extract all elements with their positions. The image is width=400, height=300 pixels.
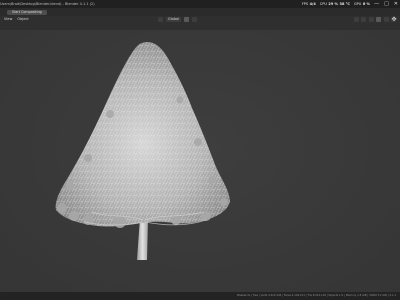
window-title: Users\Brad\Desktop\Blender.blend) - Blen… (0, 2, 95, 6)
gpu-label: GPU (353, 2, 362, 6)
xray-icon[interactable] (368, 17, 374, 22)
status-bar: Weekends | Tree | Verts 4,322,444 | Face… (0, 292, 400, 300)
navigation-gizmo-icon[interactable]: ✥ (390, 16, 398, 24)
menu-view[interactable]: View (4, 17, 12, 21)
fps-value: 4/4 (309, 2, 316, 6)
overlay-icon[interactable] (361, 17, 366, 22)
material-shading-icon[interactable] (383, 17, 389, 22)
tree-trunk (137, 218, 148, 260)
gpu-value: 6 % (362, 2, 370, 6)
orientation-dropdown[interactable]: Global (166, 17, 182, 22)
proportional-edit-icon[interactable] (192, 17, 198, 22)
snap-icon[interactable] (184, 17, 190, 22)
system-stats: FPS 4/4 CPU 29 % 38 °C GPU 6 % (302, 0, 370, 8)
3d-viewport[interactable] (0, 30, 400, 292)
fps-stat: FPS 4/4 (302, 0, 316, 8)
viewport-menu: View Object (4, 17, 29, 21)
viewport-header: View Object Global (0, 16, 400, 30)
start-compositing-button[interactable]: Start Compositing (7, 9, 47, 15)
cpu-temp: 38 °C (339, 2, 350, 6)
status-text: Weekends | Tree | Verts 4,322,444 | Face… (236, 294, 396, 297)
cpu-label: CPU (319, 2, 327, 6)
tree-model (55, 42, 230, 260)
minimize-button[interactable]: — (374, 0, 379, 8)
close-button[interactable]: ✕ (394, 0, 398, 8)
fps-label: FPS (301, 2, 309, 6)
menu-object[interactable]: Object (17, 17, 28, 21)
maximize-button[interactable]: □ (384, 0, 389, 8)
cpu-stat: CPU 29 % 38 °C (320, 0, 350, 8)
title-bar: Users\Brad\Desktop\Blender.blend) - Blen… (0, 0, 400, 8)
window-controls: — □ ✕ (374, 0, 398, 8)
transform-pivot-icon[interactable] (158, 17, 163, 22)
secondary-toolbar: Start Compositing (0, 8, 400, 16)
transform-controls: Global (158, 17, 198, 22)
visibility-icon[interactable] (353, 17, 359, 22)
gpu-stat: GPU 6 % (354, 0, 370, 8)
solid-shading-icon[interactable] (376, 17, 381, 22)
cpu-value: 29 % (328, 2, 339, 6)
